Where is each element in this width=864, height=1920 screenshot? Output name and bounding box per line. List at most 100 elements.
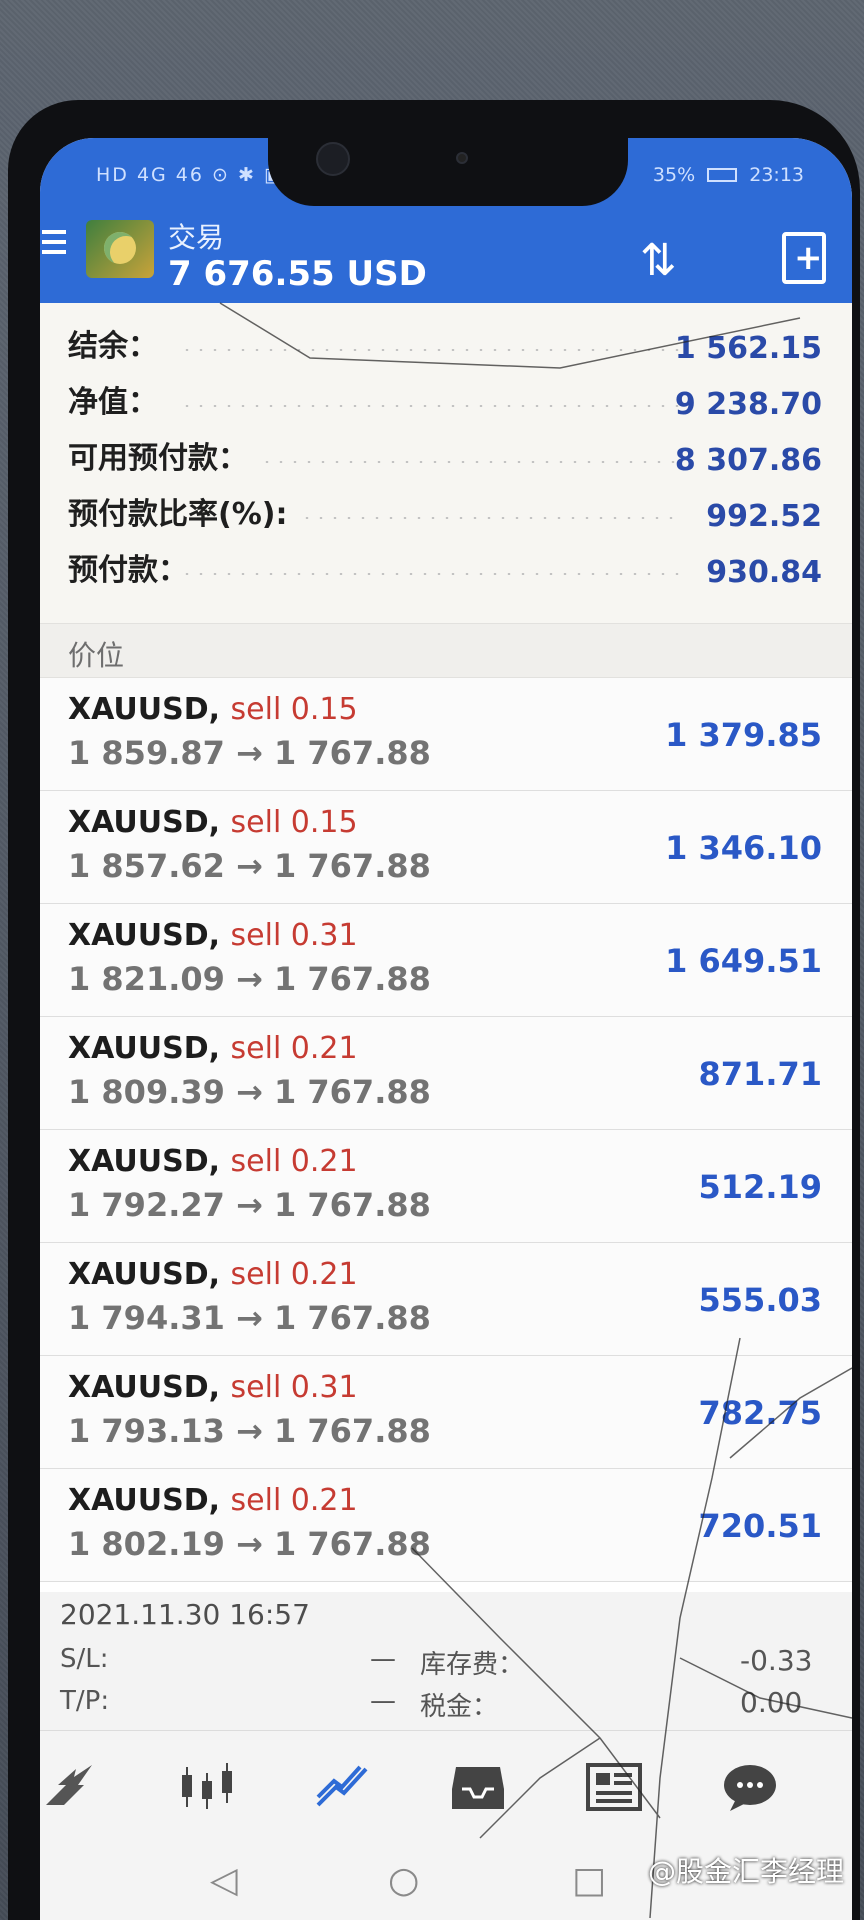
account-row: 净值： 9 238.70 bbox=[40, 377, 852, 427]
position-prices: 1 859.87 → 1 767.88 bbox=[68, 734, 431, 772]
position-symbol: XAUUSD, sell 0.31 bbox=[68, 1370, 358, 1405]
section-title: 价位 bbox=[68, 639, 125, 672]
account-value: 9 238.70 bbox=[674, 387, 822, 422]
account-label: 可用预付款： bbox=[68, 441, 248, 476]
position-row[interactable]: XAUUSD, sell 0.31 1 793.13 → 1 767.88 782.… bbox=[40, 1356, 852, 1469]
account-row: 预付款： 930.84 bbox=[40, 545, 852, 595]
position-symbol: XAUUSD, sell 0.21 bbox=[68, 1144, 358, 1179]
symbol-text: XAUUSD, bbox=[68, 1483, 221, 1518]
chat-icon[interactable] bbox=[720, 1759, 780, 1815]
account-summary: 结余： 1 562.15 净值： 9 238.70 可用预付款： 8 307.86 预付款比… bbox=[40, 303, 852, 623]
position-symbol: XAUUSD, sell 0.15 bbox=[68, 692, 358, 727]
position-prices: 1 802.19 → 1 767.88 bbox=[68, 1525, 431, 1563]
sensor-icon bbox=[456, 152, 468, 164]
tax-value: 0.00 bbox=[740, 1686, 803, 1719]
symbol-text: XAUUSD, bbox=[68, 692, 221, 727]
position-prices: 1 794.31 → 1 767.88 bbox=[68, 1299, 431, 1337]
position-prices: 1 792.27 → 1 767.88 bbox=[68, 1186, 431, 1224]
front-camera-icon bbox=[316, 142, 350, 176]
watermark: @股金汇李经理 bbox=[647, 1855, 844, 1888]
position-row[interactable]: XAUUSD, sell 0.21 1 792.27 → 1 767.88 512.… bbox=[40, 1130, 852, 1243]
leader-dots bbox=[180, 349, 682, 351]
position-symbol: XAUUSD, sell 0.15 bbox=[68, 805, 358, 840]
tax-label: 税金： bbox=[420, 1692, 499, 1722]
symbol-text: XAUUSD, bbox=[68, 1144, 221, 1179]
position-symbol: XAUUSD, sell 0.21 bbox=[68, 1031, 358, 1066]
header-balance: 7 676.55 USD bbox=[168, 254, 427, 294]
symbol-text: XAUUSD, bbox=[68, 918, 221, 953]
position-row[interactable]: XAUUSD, sell 0.31 1 821.09 → 1 767.88 1 64… bbox=[40, 904, 852, 1017]
swap-value: -0.33 bbox=[740, 1644, 813, 1677]
account-label: 结余： bbox=[68, 329, 158, 364]
positions-list: XAUUSD, sell 0.15 1 859.87 → 1 767.88 1 37… bbox=[40, 678, 852, 1582]
account-label: 预付款： bbox=[68, 553, 188, 588]
page-title: 交易 bbox=[168, 221, 225, 254]
position-prices: 1 809.39 → 1 767.88 bbox=[68, 1073, 431, 1111]
status-left: HD 4G 46 ⊙ ✱ ▣ bbox=[96, 164, 284, 186]
position-detail: 2021.11.30 16:57 S/L: — T/P: — 库存费： -0.3… bbox=[40, 1592, 852, 1730]
account-label: 预付款比率(%): bbox=[68, 497, 288, 532]
position-prices: 1 821.09 → 1 767.88 bbox=[68, 960, 431, 998]
status-right: 35% 23:13 bbox=[653, 164, 804, 186]
open-time: 2021.11.30 16:57 bbox=[60, 1598, 310, 1631]
position-row[interactable]: XAUUSD, sell 0.21 1 802.19 → 1 767.88 720.… bbox=[40, 1469, 852, 1582]
home-icon[interactable]: ○ bbox=[388, 1860, 419, 1901]
position-side: sell 0.21 bbox=[230, 1257, 358, 1292]
account-value: 1 562.15 bbox=[674, 331, 822, 366]
position-row[interactable]: XAUUSD, sell 0.21 1 809.39 → 1 767.88 871.… bbox=[40, 1017, 852, 1130]
new-order-icon[interactable] bbox=[782, 232, 826, 284]
history-icon[interactable] bbox=[448, 1759, 508, 1815]
swap-label: 库存费： bbox=[420, 1650, 525, 1680]
leader-dots bbox=[260, 461, 682, 463]
account-value: 8 307.86 bbox=[674, 443, 822, 478]
back-icon[interactable]: ◁ bbox=[210, 1860, 238, 1901]
position-prices: 1 857.62 → 1 767.88 bbox=[68, 847, 431, 885]
position-prices: 1 793.13 → 1 767.88 bbox=[68, 1412, 431, 1450]
position-profit: 782.75 bbox=[698, 1394, 822, 1432]
position-row[interactable]: XAUUSD, sell 0.15 1 857.62 → 1 767.88 1 34… bbox=[40, 791, 852, 904]
account-label: 净值： bbox=[68, 385, 158, 420]
phone-notch bbox=[268, 128, 628, 206]
leader-dots bbox=[180, 573, 682, 575]
position-symbol: XAUUSD, sell 0.21 bbox=[68, 1257, 358, 1292]
position-profit: 512.19 bbox=[698, 1168, 822, 1206]
recents-icon[interactable]: □ bbox=[572, 1860, 606, 1901]
account-value: 992.52 bbox=[706, 499, 822, 534]
position-side: sell 0.15 bbox=[230, 805, 358, 840]
leader-dots bbox=[180, 405, 682, 407]
menu-icon[interactable] bbox=[42, 230, 66, 260]
leader-dots bbox=[300, 517, 682, 519]
account-row: 可用预付款： 8 307.86 bbox=[40, 433, 852, 483]
position-side: sell 0.21 bbox=[230, 1144, 358, 1179]
section-header: 价位 bbox=[40, 623, 852, 678]
news-icon[interactable] bbox=[584, 1759, 644, 1815]
symbol-text: XAUUSD, bbox=[68, 1031, 221, 1066]
tp-value: — bbox=[370, 1686, 396, 1716]
position-symbol: XAUUSD, sell 0.31 bbox=[68, 918, 358, 953]
position-side: sell 0.31 bbox=[230, 918, 358, 953]
quotes-icon[interactable] bbox=[40, 1759, 100, 1815]
sl-label: S/L: bbox=[60, 1644, 109, 1674]
position-profit: 555.03 bbox=[698, 1281, 822, 1319]
trade-icon[interactable] bbox=[312, 1759, 372, 1815]
app-logo-icon bbox=[86, 220, 154, 278]
chart-icon[interactable] bbox=[176, 1759, 236, 1815]
tp-label: T/P: bbox=[60, 1686, 110, 1716]
position-row[interactable]: XAUUSD, sell 0.21 1 794.31 → 1 767.88 555.… bbox=[40, 1243, 852, 1356]
symbol-text: XAUUSD, bbox=[68, 1370, 221, 1405]
position-profit: 1 379.85 bbox=[665, 716, 822, 754]
position-profit: 1 346.10 bbox=[665, 829, 822, 867]
position-profit: 720.51 bbox=[698, 1507, 822, 1545]
sort-icon[interactable]: ⇅ bbox=[640, 236, 700, 286]
sl-value: — bbox=[370, 1644, 396, 1674]
app-screen: HD 4G 46 ⊙ ✱ ▣ 35% 23:13 交易 7 676.55 USD… bbox=[40, 138, 852, 1920]
bottom-nav bbox=[40, 1730, 852, 1838]
battery-icon bbox=[707, 168, 738, 182]
position-row[interactable]: XAUUSD, sell 0.15 1 859.87 → 1 767.88 1 37… bbox=[40, 678, 852, 791]
symbol-text: XAUUSD, bbox=[68, 1257, 221, 1292]
account-row: 结余： 1 562.15 bbox=[40, 321, 852, 371]
position-side: sell 0.15 bbox=[230, 692, 358, 727]
account-value: 930.84 bbox=[706, 555, 822, 590]
position-side: sell 0.21 bbox=[230, 1031, 358, 1066]
position-profit: 1 649.51 bbox=[665, 942, 822, 980]
